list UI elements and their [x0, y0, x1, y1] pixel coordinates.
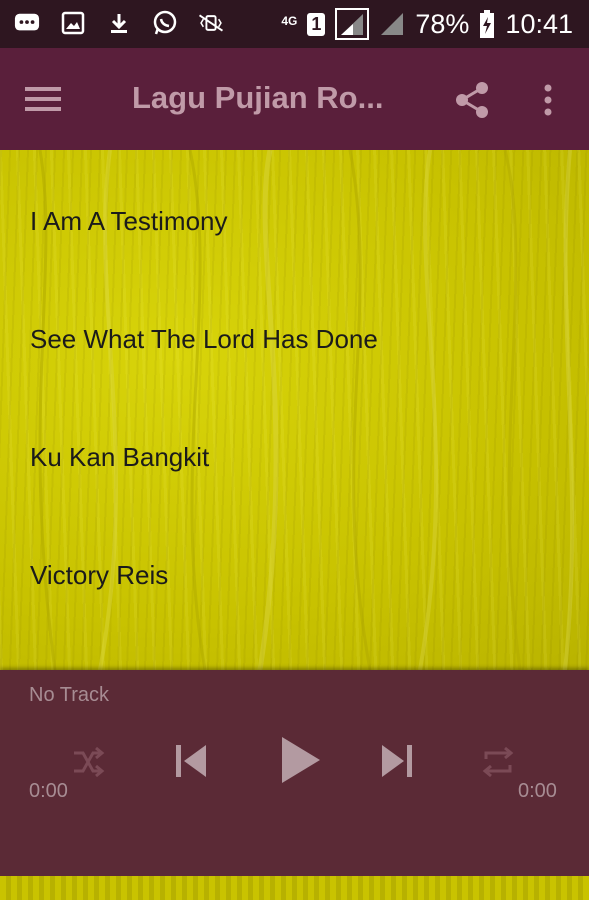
share-button[interactable] [450, 78, 494, 122]
share-icon [456, 82, 488, 118]
signal-strength-2-icon [379, 11, 405, 37]
shuffle-button[interactable] [66, 740, 110, 784]
vibrate-icon [198, 10, 224, 36]
skip-previous-icon [176, 745, 206, 777]
whatsapp-icon [152, 10, 178, 36]
download-icon [106, 10, 132, 36]
skip-next-icon [382, 745, 412, 777]
clock: 10:41 [505, 8, 573, 39]
sim-number: 1 [311, 13, 322, 34]
message-icon [14, 10, 40, 36]
signal-strength-icon [335, 8, 370, 40]
song-item[interactable]: See What The Lord Has Done [30, 324, 378, 355]
song-list: I Am A Testimony See What The Lord Has D… [0, 150, 589, 670]
hamburger-menu-icon [25, 87, 61, 111]
total-duration: 0:00 [518, 780, 557, 802]
repeat-button[interactable] [476, 740, 520, 784]
overflow-menu-button[interactable] [534, 78, 562, 122]
sim-indicator: 1 [307, 12, 326, 36]
image-icon [60, 10, 86, 36]
battery-percentage: 78% [415, 8, 470, 39]
app-title: Lagu Pujian Ro... [132, 80, 384, 115]
notification-icons [14, 10, 224, 36]
song-item[interactable]: Ku Kan Bangkit [30, 442, 209, 473]
app-bar: Lagu Pujian Ro... [0, 48, 589, 150]
play-icon [282, 737, 320, 783]
elapsed-time: 0:00 [29, 780, 68, 802]
previous-button[interactable] [168, 738, 214, 784]
play-button[interactable] [270, 730, 330, 790]
repeat-icon [482, 746, 514, 778]
bottom-background-strip [0, 876, 589, 900]
music-player: No Track 0:00 0:00 [0, 670, 589, 876]
battery-charging-icon [479, 10, 495, 38]
more-vertical-icon [544, 84, 552, 116]
shuffle-icon [74, 746, 105, 778]
status-bar: 4G 1 78% 10:41 [0, 0, 589, 48]
next-button[interactable] [374, 738, 420, 784]
track-title: No Track [29, 684, 110, 706]
network-type-label: 4G [281, 14, 298, 28]
song-item[interactable]: Victory Reis [30, 560, 168, 591]
menu-button[interactable] [22, 80, 64, 118]
song-item[interactable]: I Am A Testimony [30, 206, 228, 237]
system-icons: 4G 1 78% 10:41 [281, 8, 573, 40]
